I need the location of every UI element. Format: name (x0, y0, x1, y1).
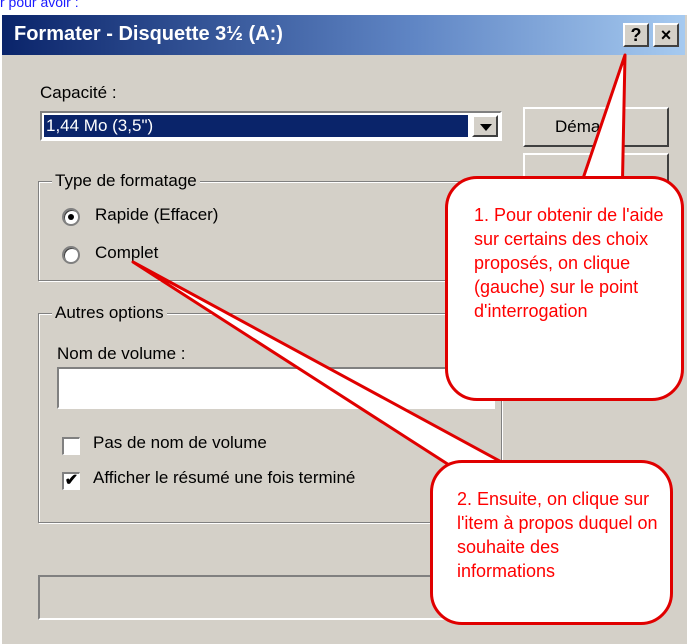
callout-help-text: 1. Pour obtenir de l'aide sur certains d… (474, 205, 664, 321)
callout-help-tip: 1. Pour obtenir de l'aide sur certains d… (445, 176, 684, 401)
callout-click-tip: 2. Ensuite, on clique sur l'item à propo… (430, 460, 673, 625)
callout-click-text: 2. Ensuite, on clique sur l'item à propo… (457, 489, 658, 581)
